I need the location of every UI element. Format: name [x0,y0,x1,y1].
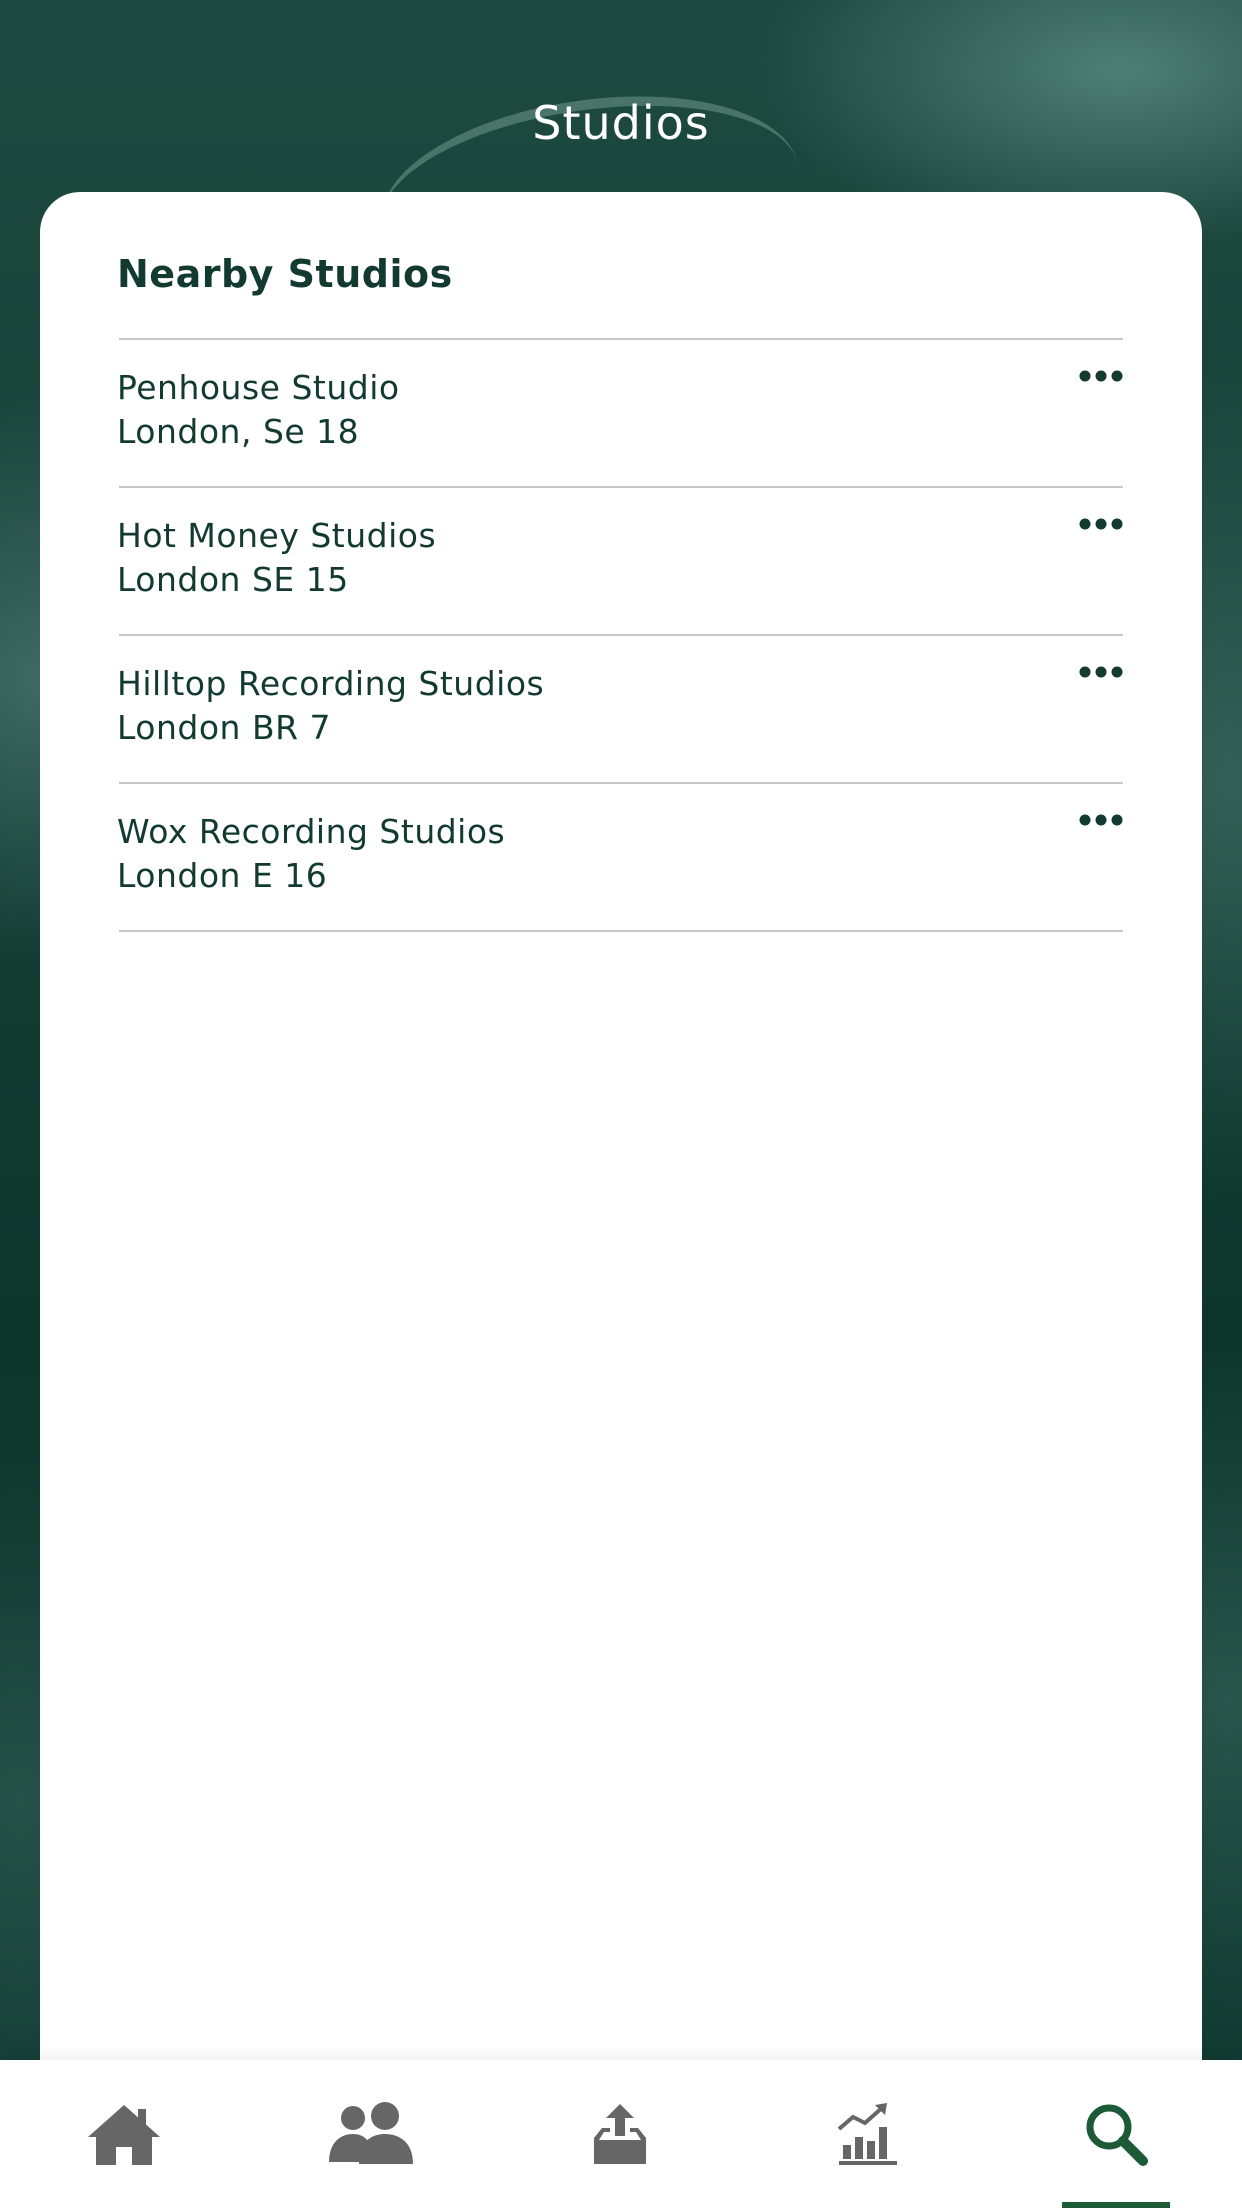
bottom-tab-bar [0,2060,1242,2208]
studio-name: Wox Recording Studios [117,812,506,851]
search-icon [1086,2104,1148,2166]
section-title: Nearby Studios [117,252,453,296]
studio-name: Penhouse Studio [117,368,400,407]
stats-icon [837,2103,897,2165]
tab-community[interactable] [248,2060,496,2208]
studio-name: Hilltop Recording Studios [117,664,545,703]
tab-upload[interactable] [496,2060,744,2208]
studio-location: London SE 15 [117,560,349,599]
studio-location: London, Se 18 [117,412,360,451]
studios-card: Nearby Studios Penhouse Studio London, S… [40,192,1202,2072]
studio-name: Hot Money Studios [117,516,437,555]
studio-list-item[interactable]: Penhouse Studio London, Se 18 [117,340,1123,488]
more-options-icon[interactable] [1079,368,1123,384]
studio-location: London E 16 [117,856,328,895]
tab-home[interactable] [0,2060,248,2208]
users-icon [329,2102,413,2164]
page-title: Studios [532,96,710,150]
more-options-icon[interactable] [1079,516,1123,532]
more-options-icon[interactable] [1079,812,1123,828]
upload-icon [594,2104,646,2164]
studio-location: London BR 7 [117,708,332,747]
studio-list-item[interactable]: Hilltop Recording Studios London BR 7 [117,636,1123,784]
tab-stats[interactable] [744,2060,992,2208]
studio-list-item[interactable]: Wox Recording Studios London E 16 [117,784,1123,932]
studio-list-item[interactable]: Hot Money Studios London SE 15 [117,488,1123,636]
active-tab-indicator [1062,2202,1170,2208]
more-options-icon[interactable] [1079,664,1123,680]
tab-search[interactable] [992,2060,1240,2208]
home-icon [88,2105,160,2165]
studio-list: Penhouse Studio London, Se 18 Hot Money … [117,338,1123,932]
